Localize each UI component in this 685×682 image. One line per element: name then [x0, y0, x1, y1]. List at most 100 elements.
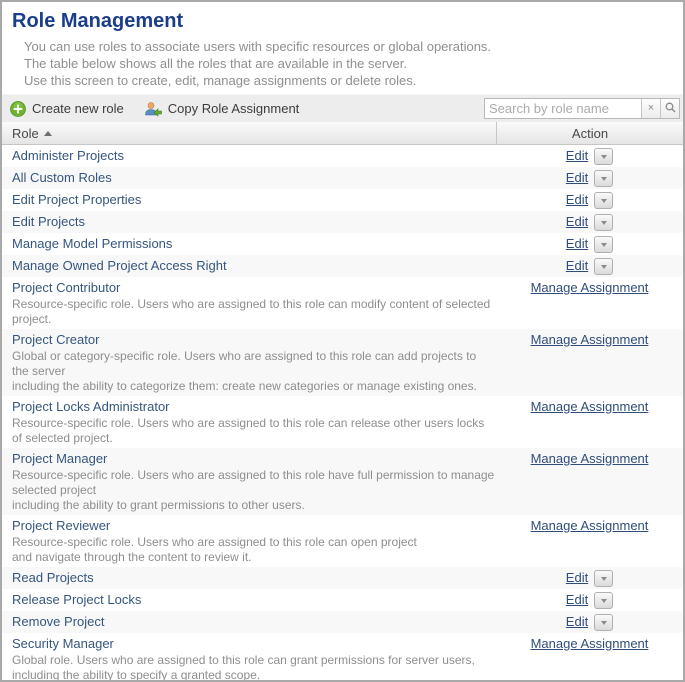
role-cell: Manage Owned Project Access Right: [2, 255, 496, 277]
table-row: Release Project Locks Edit: [2, 589, 683, 611]
role-cell: Release Project Locks: [2, 589, 496, 611]
role-name: Project Creator: [12, 332, 99, 347]
edit-dropdown-button[interactable]: [594, 214, 613, 231]
copy-role-assignment-button[interactable]: Copy Role Assignment: [144, 101, 300, 117]
manage-assignment-link[interactable]: Manage Assignment: [531, 451, 649, 466]
action-cell: Edit: [496, 589, 683, 611]
role-cell: Edit Project Properties: [2, 189, 496, 211]
edit-link[interactable]: Edit: [566, 258, 588, 273]
action-cell: Edit: [496, 567, 683, 589]
role-name: Edit Projects: [12, 214, 85, 229]
add-icon: [10, 101, 26, 117]
create-new-role-button[interactable]: Create new role: [10, 101, 124, 117]
chevron-down-icon: [601, 599, 607, 603]
role-cell: Manage Model Permissions: [2, 233, 496, 255]
role-cell: Security Manager Global role. Users who a…: [2, 633, 496, 680]
role-table-body: Administer ProjectsEditAll Custom RolesE…: [2, 145, 683, 680]
table-row: Project Manager Resource-specific role. U…: [2, 448, 683, 515]
role-column-label: Role: [12, 126, 39, 141]
edit-dropdown-button[interactable]: [594, 236, 613, 253]
clear-icon: ×: [648, 103, 654, 114]
manage-assignment-link[interactable]: Manage Assignment: [531, 518, 649, 533]
edit-link[interactable]: Edit: [566, 170, 588, 185]
edit-link[interactable]: Edit: [566, 592, 588, 607]
role-name: Administer Projects: [12, 148, 124, 163]
chevron-down-icon: [601, 577, 607, 581]
sort-ascending-icon: [44, 131, 52, 136]
action-cell: Manage Assignment: [496, 633, 683, 680]
copy-role-assignment-label: Copy Role Assignment: [168, 101, 300, 116]
search-icon: [665, 102, 676, 116]
manage-assignment-link[interactable]: Manage Assignment: [531, 399, 649, 414]
column-header-action[interactable]: Action: [497, 122, 683, 144]
chevron-down-icon: [601, 243, 607, 247]
action-cell: Edit: [496, 189, 683, 211]
edit-link[interactable]: Edit: [566, 148, 588, 163]
edit-link[interactable]: Edit: [566, 570, 588, 585]
action-cell: Manage Assignment: [496, 277, 683, 329]
search-input[interactable]: [485, 99, 641, 118]
edit-link[interactable]: Edit: [566, 192, 588, 207]
edit-link[interactable]: Edit: [566, 236, 588, 251]
edit-link[interactable]: Edit: [566, 614, 588, 629]
action-cell: Edit: [496, 211, 683, 233]
role-description: Resource-specific role. Users who are as…: [12, 468, 496, 513]
edit-dropdown-button[interactable]: [594, 592, 613, 609]
page-description: You can use roles to associate users wit…: [24, 38, 673, 89]
edit-dropdown-button[interactable]: [594, 170, 613, 187]
table-row: Administer Projects Edit: [2, 145, 683, 167]
table-row: Edit Projects Edit: [2, 211, 683, 233]
copy-role-assignment-icon: [144, 101, 162, 117]
chevron-down-icon: [601, 265, 607, 269]
role-description: Resource-specific role. Users who are as…: [12, 297, 496, 327]
edit-dropdown-button[interactable]: [594, 192, 613, 209]
edit-dropdown-button[interactable]: [594, 258, 613, 275]
role-management-page: Role Management You can use roles to ass…: [0, 0, 685, 682]
role-name: Release Project Locks: [12, 592, 141, 607]
role-name: Read Projects: [12, 570, 94, 585]
role-name: Project Reviewer: [12, 518, 110, 533]
chevron-down-icon: [601, 221, 607, 225]
action-cell: Edit: [496, 255, 683, 277]
action-column-label: Action: [572, 126, 608, 141]
edit-dropdown-button[interactable]: [594, 570, 613, 587]
clear-search-button[interactable]: ×: [641, 99, 660, 118]
edit-dropdown-button[interactable]: [594, 614, 613, 631]
role-cell: Edit Projects: [2, 211, 496, 233]
role-cell: Administer Projects: [2, 145, 496, 167]
table-row: All Custom RolesEdit: [2, 167, 683, 189]
description-line: You can use roles to associate users wit…: [24, 38, 673, 55]
role-description: Global role. Users who are assigned to t…: [12, 653, 496, 680]
edit-dropdown-button[interactable]: [594, 148, 613, 165]
role-name: Project Locks Administrator: [12, 399, 170, 414]
table-row: Project Locks AdministratorResource-spec…: [2, 396, 683, 448]
edit-link[interactable]: Edit: [566, 214, 588, 229]
create-new-role-label: Create new role: [32, 101, 124, 116]
page-title: Role Management: [12, 10, 673, 33]
table-row: Edit Project Properties Edit: [2, 189, 683, 211]
manage-assignment-link[interactable]: Manage Assignment: [531, 636, 649, 651]
column-header-role[interactable]: Role: [2, 122, 497, 144]
chevron-down-icon: [601, 199, 607, 203]
search-box: ×: [484, 98, 680, 119]
role-name: Security Manager: [12, 636, 114, 651]
action-cell: Manage Assignment: [496, 448, 683, 515]
chevron-down-icon: [601, 155, 607, 159]
action-cell: Manage Assignment: [496, 329, 683, 396]
action-cell: Manage Assignment: [496, 396, 683, 448]
role-cell: Remove Project: [2, 611, 496, 633]
manage-assignment-link[interactable]: Manage Assignment: [531, 332, 649, 347]
manage-assignment-link[interactable]: Manage Assignment: [531, 280, 649, 295]
role-name: Edit Project Properties: [12, 192, 141, 207]
search-button[interactable]: [660, 99, 679, 118]
table-row: Remove Project Edit: [2, 611, 683, 633]
role-description: Resource-specific role. Users who are as…: [12, 535, 496, 565]
role-cell: Project Manager Resource-specific role. U…: [2, 448, 496, 515]
chevron-down-icon: [601, 177, 607, 181]
description-line: Use this screen to create, edit, manage …: [24, 72, 673, 89]
role-cell: Project CreatorGlobal or category-specif…: [2, 329, 496, 396]
role-name: Project Contributor: [12, 280, 120, 295]
table-row: Manage Owned Project Access Right Edit: [2, 255, 683, 277]
table-row: Project Reviewer Resource-specific role. …: [2, 515, 683, 567]
role-name: Project Manager: [12, 451, 107, 466]
